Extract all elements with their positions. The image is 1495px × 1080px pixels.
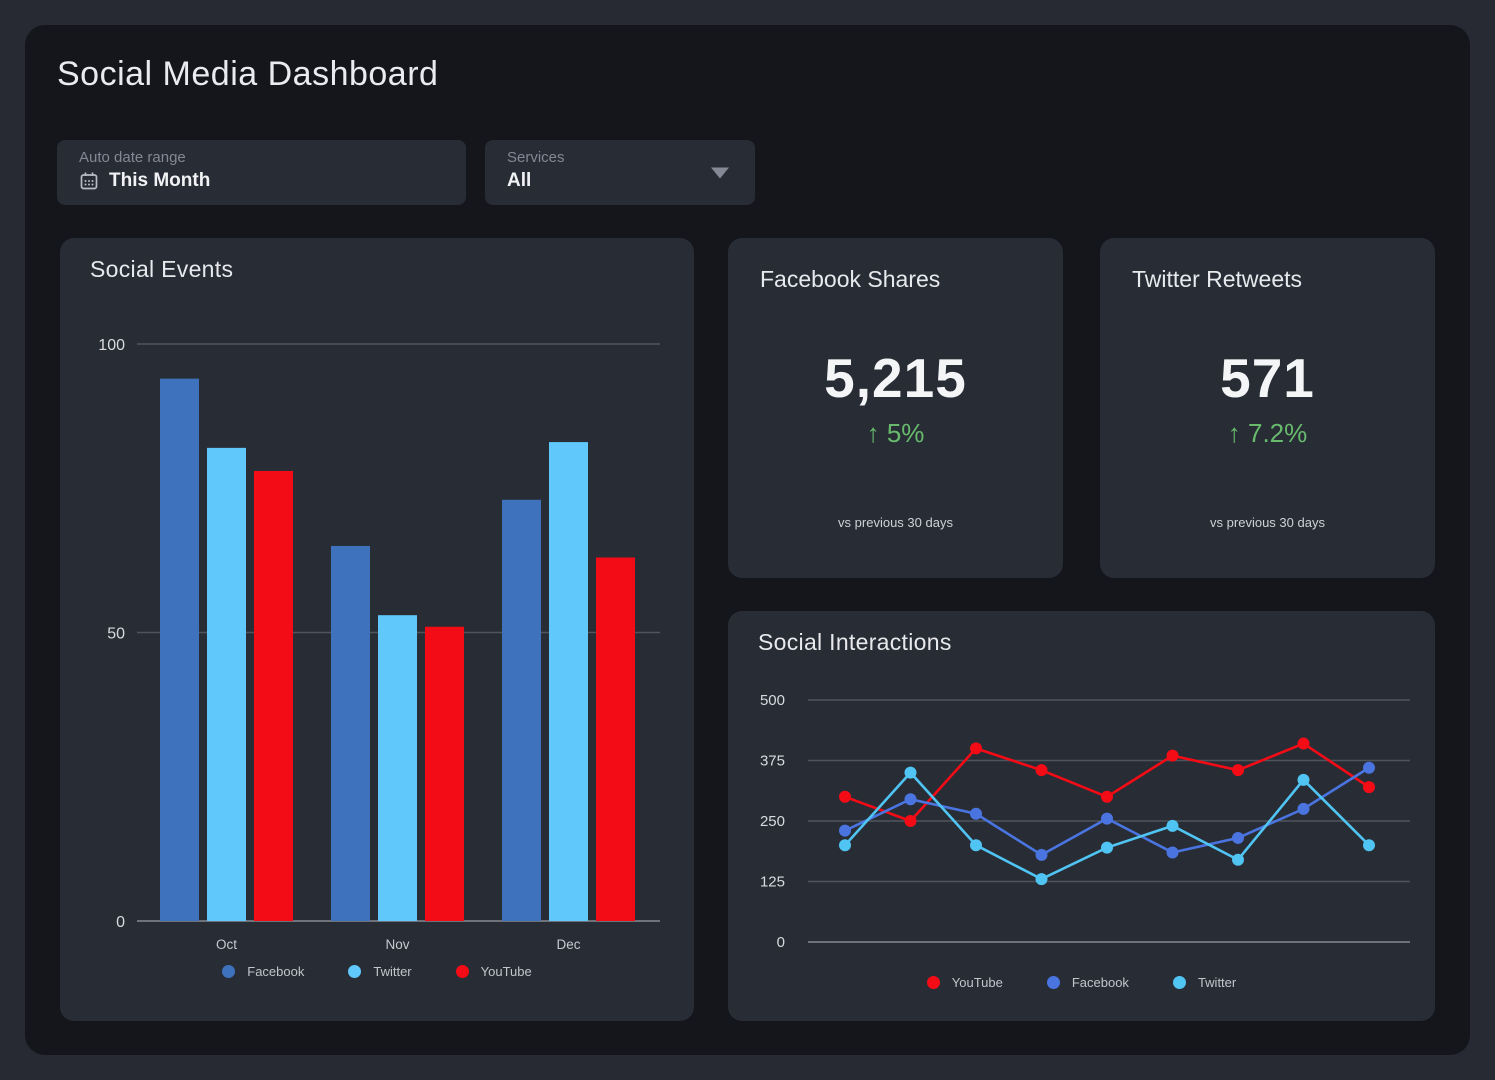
legend-label: Facebook — [1072, 975, 1129, 990]
services-label: Services — [507, 149, 733, 166]
calendar-icon — [79, 171, 99, 191]
legend-label: Facebook — [247, 964, 304, 979]
legend-dot-icon — [1047, 976, 1060, 989]
legend-label: YouTube — [952, 975, 1003, 990]
social-interactions-legend: YouTube Facebook Twitter — [728, 975, 1435, 990]
legend-dot-icon — [1173, 976, 1186, 989]
twitter-retweets-card: Twitter Retweets 571 ↑ 7.2% vs previous … — [1100, 238, 1435, 578]
social-interactions-title: Social Interactions — [758, 629, 952, 656]
twitter-retweets-footnote: vs previous 30 days — [1100, 515, 1435, 530]
facebook-shares-card: Facebook Shares 5,215 ↑ 5% vs previous 3… — [728, 238, 1063, 578]
date-range-filter[interactable]: Auto date range This Month — [57, 140, 466, 205]
twitter-retweets-title: Twitter Retweets — [1132, 266, 1302, 293]
facebook-shares-footnote: vs previous 30 days — [728, 515, 1063, 530]
svg-text:Dec: Dec — [556, 937, 580, 952]
dashboard-panel: Social Media Dashboard Auto date range T… — [25, 25, 1470, 1055]
date-range-label: Auto date range — [79, 149, 444, 166]
social-events-title: Social Events — [90, 256, 233, 283]
facebook-shares-value: 5,215 — [728, 346, 1063, 410]
social-events-plot: 100 50 0 Oct Nov Dec — [60, 238, 694, 1021]
services-value: All — [507, 170, 531, 192]
twitter-retweets-delta: ↑ 7.2% — [1100, 418, 1435, 449]
twitter-retweets-value: 571 — [1100, 346, 1435, 410]
svg-text:250: 250 — [760, 813, 785, 830]
svg-text:125: 125 — [760, 874, 785, 891]
page-title: Social Media Dashboard — [57, 55, 438, 94]
services-filter[interactable]: Services All — [485, 140, 755, 205]
facebook-shares-title: Facebook Shares — [760, 266, 940, 293]
svg-text:0: 0 — [777, 934, 785, 951]
svg-text:375: 375 — [760, 753, 785, 770]
facebook-shares-delta: ↑ 5% — [728, 418, 1063, 449]
svg-text:Oct: Oct — [216, 937, 237, 952]
svg-text:50: 50 — [107, 626, 125, 643]
up-arrow-icon: ↑ — [1228, 418, 1241, 448]
legend-item-youtube[interactable]: YouTube — [927, 975, 1003, 990]
social-events-card: 100 50 0 Oct Nov Dec Social Events Facebook Tw… — [60, 238, 694, 1021]
date-range-value: This Month — [109, 170, 210, 192]
legend-item-facebook[interactable]: Facebook — [1047, 975, 1129, 990]
legend-item-facebook[interactable]: Facebook — [222, 964, 304, 979]
svg-text:500: 500 — [760, 692, 785, 709]
legend-item-twitter[interactable]: Twitter — [1173, 975, 1236, 990]
legend-item-twitter[interactable]: Twitter — [348, 964, 411, 979]
legend-label: Twitter — [373, 964, 411, 979]
up-arrow-icon: ↑ — [867, 418, 880, 448]
legend-label: YouTube — [481, 964, 532, 979]
legend-dot-icon — [222, 965, 235, 978]
chevron-down-icon — [711, 167, 729, 178]
legend-dot-icon — [927, 976, 940, 989]
social-events-legend: Facebook Twitter YouTube — [60, 964, 694, 979]
legend-dot-icon — [456, 965, 469, 978]
social-interactions-plot: 500 375 250 125 0 — [728, 611, 1435, 1021]
svg-text:100: 100 — [98, 337, 125, 354]
delta-percent: 5% — [887, 418, 925, 448]
legend-dot-icon — [348, 965, 361, 978]
legend-label: Twitter — [1198, 975, 1236, 990]
legend-item-youtube[interactable]: YouTube — [456, 964, 532, 979]
social-interactions-card: 500 375 250 125 0 Social Interactions YouTub… — [728, 611, 1435, 1021]
svg-text:Nov: Nov — [385, 937, 409, 952]
delta-percent: 7.2% — [1248, 418, 1307, 448]
svg-text:0: 0 — [116, 914, 125, 931]
